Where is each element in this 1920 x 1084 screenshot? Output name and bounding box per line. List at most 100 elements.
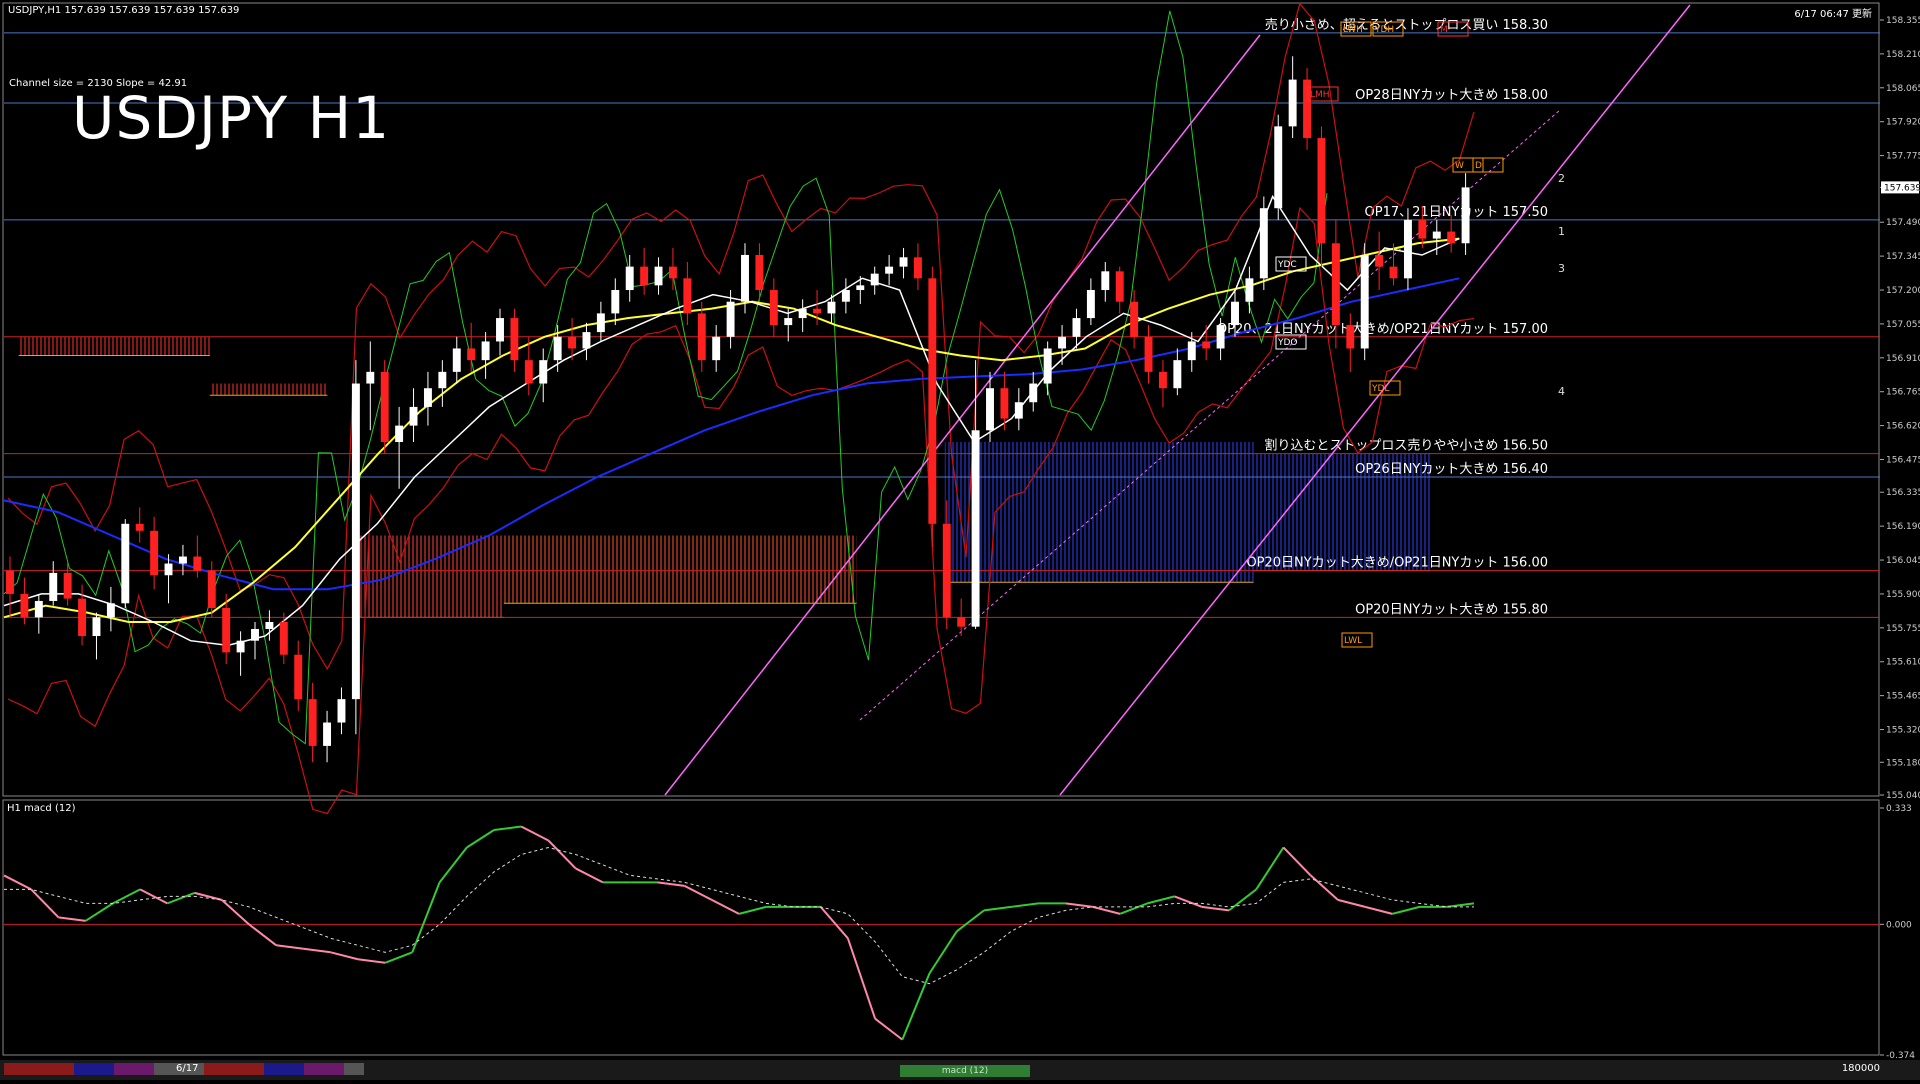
macd-segment xyxy=(3,874,32,891)
level-label: OP20日NYカット大きめ 155.80 xyxy=(1355,602,1548,617)
candle-body xyxy=(1317,138,1326,244)
macd-segment xyxy=(846,937,877,1019)
candle-body xyxy=(178,556,187,564)
candle-body xyxy=(496,318,504,342)
macd-segment xyxy=(493,825,522,832)
period-segment[interactable] xyxy=(304,1063,344,1075)
candle-body xyxy=(294,654,303,700)
candle-body xyxy=(1202,341,1211,349)
candle-body xyxy=(813,308,822,314)
period-segment[interactable] xyxy=(74,1063,114,1075)
candle-body xyxy=(1245,278,1254,302)
candle-body xyxy=(668,266,677,279)
candle-body xyxy=(236,640,245,653)
candle-body xyxy=(1461,187,1470,244)
candle-body xyxy=(20,593,29,618)
level-label: OP26日NYカット大きめ 156.40 xyxy=(1355,462,1548,477)
chart-canvas[interactable]: 売り小さめ、超えるとストップロス買い 158.30 OP28日NYカット大きめ 1… xyxy=(0,0,1920,1080)
candle-body xyxy=(1432,231,1441,239)
macd-segment xyxy=(139,888,168,905)
macd-signal xyxy=(4,846,1474,985)
candle-body xyxy=(1144,336,1153,372)
candle-body xyxy=(986,388,994,431)
candle-body xyxy=(92,617,101,637)
candle-body xyxy=(164,563,173,576)
y-tick-label: 156.765 xyxy=(1886,388,1920,398)
candle-body xyxy=(150,530,159,576)
candle-body xyxy=(1158,371,1167,389)
y-tick-label: 157.055 xyxy=(1886,320,1920,330)
candle-body xyxy=(1058,336,1067,349)
level-label: OP28日NYカット大きめ 158.00 xyxy=(1355,88,1548,103)
period-segment[interactable] xyxy=(344,1063,364,1075)
macd-segment xyxy=(166,891,195,905)
price-chart[interactable]: 売り小さめ、超えるとストップロス買い 158.30 OP28日NYカット大きめ 1… xyxy=(0,0,1920,1080)
current-price-label: 157.639 xyxy=(1884,183,1920,193)
candle-body xyxy=(928,278,937,524)
candle-body xyxy=(1173,360,1182,389)
candle-body xyxy=(34,600,43,618)
macd-segment xyxy=(983,905,1012,912)
candle-body xyxy=(957,617,966,627)
candle-body xyxy=(395,425,404,442)
candle-body xyxy=(63,572,72,599)
candle-body xyxy=(942,523,951,618)
candle-body xyxy=(207,570,216,608)
channel-label: 3 xyxy=(1558,262,1565,275)
macd-segment xyxy=(1309,874,1339,901)
candle-body xyxy=(1259,208,1268,279)
macd-segment xyxy=(547,839,577,870)
candle-body xyxy=(1303,79,1312,139)
candle-body xyxy=(1014,402,1023,419)
candle-body xyxy=(1403,219,1412,279)
candle-body xyxy=(899,257,908,267)
candle-body xyxy=(265,621,274,630)
macd-segment xyxy=(874,1017,903,1041)
period-segment[interactable] xyxy=(4,1063,74,1075)
candle-body xyxy=(121,523,130,604)
candle-body xyxy=(1101,271,1110,291)
ichimoku-cloud xyxy=(18,336,210,356)
period-segment[interactable] xyxy=(264,1063,304,1075)
level-tag: YDH xyxy=(1374,25,1394,35)
candle-body xyxy=(784,318,793,326)
candle-body xyxy=(6,570,14,594)
candle-body xyxy=(1418,219,1427,239)
y-tick-label: 157.920 xyxy=(1886,118,1920,128)
level-label: OP20日NYカット大きめ/OP21日NYカット 156.00 xyxy=(1246,556,1548,571)
candle-body xyxy=(380,371,389,442)
macd-tick-label: 0.333 xyxy=(1886,804,1912,814)
macd-segment xyxy=(1255,846,1285,890)
candle-body xyxy=(1086,290,1095,319)
macd-segment xyxy=(1446,902,1475,908)
symbol-info: USDJPY,H1 157.639 157.639 157.639 157.63… xyxy=(8,5,240,16)
period-segment[interactable] xyxy=(204,1063,264,1075)
candle-body xyxy=(337,699,346,723)
y-tick-label: 156.620 xyxy=(1886,422,1920,432)
channel-line-upper xyxy=(664,34,1261,796)
candle-body xyxy=(524,360,533,384)
candle-body xyxy=(1274,126,1283,209)
candle-body xyxy=(697,313,706,361)
candle-body xyxy=(1187,341,1196,361)
macd-segment xyxy=(657,881,685,887)
indicator-tab[interactable]: macd (12) xyxy=(900,1065,1030,1077)
y-tick-label: 157.345 xyxy=(1886,252,1920,262)
candle-body xyxy=(755,254,764,291)
macd-panel-label: H1 macd (12) xyxy=(7,803,76,814)
y-tick-label: 155.610 xyxy=(1886,658,1920,668)
candle-body xyxy=(1288,79,1297,127)
period-segment[interactable] xyxy=(114,1063,154,1075)
candle-body xyxy=(366,371,375,384)
y-tick-label: 155.900 xyxy=(1886,590,1920,600)
y-tick-label: 156.910 xyxy=(1886,354,1920,364)
channel-label: 4 xyxy=(1558,385,1565,398)
macd-segment xyxy=(276,944,304,950)
candle-body xyxy=(308,699,317,746)
y-tick-label: 158.210 xyxy=(1886,50,1920,60)
candle-body xyxy=(741,254,749,302)
macd-segment xyxy=(438,846,468,884)
candle-body xyxy=(625,266,634,291)
candle-body xyxy=(49,572,58,601)
candle-body xyxy=(1000,388,1009,419)
